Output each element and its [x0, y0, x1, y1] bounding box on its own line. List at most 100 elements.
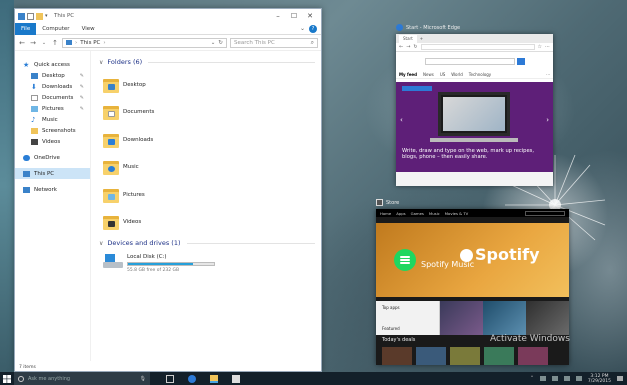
- store-nav-movies[interactable]: Movies & TV: [445, 211, 469, 216]
- keyboard-icon[interactable]: [575, 376, 582, 381]
- back-button[interactable]: ←: [18, 39, 26, 47]
- back-icon[interactable]: ←: [399, 44, 403, 50]
- nav-this-pc[interactable]: This PC: [15, 168, 90, 179]
- nav-videos[interactable]: Videos: [15, 136, 90, 147]
- tab-view[interactable]: View: [76, 23, 101, 35]
- microphone-icon[interactable]: 🎙: [140, 376, 146, 382]
- folders-group-header[interactable]: ∨ Folders (6): [99, 57, 315, 67]
- new-tab-icon[interactable]: +: [420, 36, 423, 41]
- edge-tab[interactable]: Start: [399, 34, 417, 43]
- task-view-icon[interactable]: [166, 374, 174, 383]
- up-button[interactable]: ↑: [51, 39, 59, 47]
- edge-hero-banner[interactable]: ‹ › Write, draw and type on the web, mar…: [396, 82, 553, 172]
- edge-thumbnail-label: Start - Microsoft Edge: [396, 24, 460, 31]
- ribbon-expand-icon[interactable]: ⌄: [300, 25, 305, 32]
- edge-search-input[interactable]: [424, 57, 515, 65]
- store-tile-game-1[interactable]: [440, 301, 483, 335]
- network-icon[interactable]: [539, 376, 546, 381]
- address-dropdown-icon[interactable]: ⌄: [211, 40, 216, 46]
- folder-desktop[interactable]: Desktop: [99, 71, 315, 99]
- close-button[interactable]: ✕: [302, 12, 318, 20]
- edge-label-text: Start - Microsoft Edge: [406, 24, 461, 31]
- nav-desktop[interactable]: Desktop ✎: [15, 70, 90, 81]
- store-hero-banner[interactable]: Spotify Music Spotify: [376, 223, 569, 297]
- new-folder-icon[interactable]: [36, 12, 43, 20]
- nav-documents[interactable]: Documents ✎: [15, 92, 90, 103]
- store-nav-music[interactable]: Music: [429, 211, 440, 216]
- edge-search-button[interactable]: [516, 57, 525, 65]
- store-nav-apps[interactable]: Apps: [396, 211, 405, 216]
- search-input[interactable]: Search This PC ⌕: [230, 37, 318, 48]
- tab-file[interactable]: File: [15, 22, 37, 35]
- nav-screenshots[interactable]: Screenshots: [15, 125, 90, 136]
- forward-icon[interactable]: →: [406, 44, 410, 50]
- edge-icon[interactable]: [188, 374, 196, 383]
- drives-group-header[interactable]: ∨ Devices and drives (1): [99, 238, 315, 248]
- store-icon[interactable]: [232, 374, 240, 383]
- folder-downloads[interactable]: Downloads: [99, 126, 315, 154]
- cortana-search-box[interactable]: Ask me anything 🎙: [14, 372, 150, 385]
- nav-downloads[interactable]: ⬇ Downloads ✎: [15, 81, 90, 92]
- tray-chevron-icon[interactable]: ⌃: [530, 376, 534, 381]
- store-search-input[interactable]: [525, 210, 565, 216]
- nav-my-feed[interactable]: My feed: [399, 72, 417, 77]
- address-field[interactable]: › This PC › ⌄ ↻: [62, 37, 227, 48]
- folder-pictures[interactable]: Pictures: [99, 181, 315, 209]
- edge-address-bar[interactable]: [420, 44, 535, 50]
- forward-button[interactable]: →: [29, 39, 37, 47]
- explorer-titlebar[interactable]: ▾ This PC – ☐ ✕: [15, 9, 321, 23]
- chevron-right-icon[interactable]: ›: [546, 116, 549, 124]
- folder-documents[interactable]: Documents: [99, 99, 315, 127]
- status-bar-count: 7 items: [19, 365, 36, 370]
- nav-technology[interactable]: Technology: [469, 72, 491, 77]
- customize-qat-icon[interactable]: ▾: [45, 13, 50, 20]
- drive-local-disk-c[interactable]: Local Disk (C:) 55.8 GB free of 232 GB: [99, 254, 315, 273]
- nav-quick-access[interactable]: ★ Quick access: [15, 59, 90, 70]
- store-tiles-row: Top apps Featured: [376, 301, 569, 335]
- refresh-icon[interactable]: ↻: [413, 44, 417, 50]
- refresh-icon[interactable]: ↻: [218, 40, 223, 46]
- nav-onedrive[interactable]: OneDrive: [15, 152, 90, 163]
- store-tile-top-apps[interactable]: Top apps Featured: [376, 301, 440, 335]
- start-button[interactable]: [0, 372, 14, 385]
- deal-tile[interactable]: [382, 347, 412, 365]
- battery-icon[interactable]: [563, 376, 570, 381]
- nav-pictures[interactable]: Pictures ✎: [15, 103, 90, 114]
- maximize-button[interactable]: ☐: [286, 12, 302, 20]
- drive-name: Local Disk (C:): [127, 254, 167, 260]
- store-nav-home[interactable]: Home: [380, 211, 391, 216]
- clock[interactable]: 3:12 PM 7/29/2015: [588, 374, 611, 384]
- recent-locations-button[interactable]: ⌄: [40, 40, 48, 46]
- deal-tile[interactable]: [416, 347, 446, 365]
- nav-music[interactable]: ♪ Music: [15, 114, 90, 125]
- help-button[interactable]: ?: [309, 24, 317, 33]
- file-explorer-icon[interactable]: [210, 374, 218, 383]
- nav-world[interactable]: World: [451, 72, 462, 77]
- more-icon[interactable]: ⋯: [545, 44, 550, 50]
- deal-tile[interactable]: [450, 347, 480, 365]
- store-tile-game-3[interactable]: [526, 301, 569, 335]
- deal-tile[interactable]: [484, 347, 514, 365]
- address-separator-icon[interactable]: ›: [103, 40, 105, 46]
- minimize-button[interactable]: –: [270, 12, 286, 20]
- nav-news[interactable]: News: [423, 72, 434, 77]
- chevron-left-icon[interactable]: ‹: [400, 116, 403, 124]
- volume-icon[interactable]: [551, 376, 558, 381]
- tab-computer[interactable]: Computer: [36, 23, 75, 35]
- nav-label: Documents: [42, 94, 74, 101]
- edge-window-thumbnail[interactable]: Start + ← → ↻ ☆ ⋯ My feed News US World …: [396, 34, 553, 186]
- store-tile-game-2[interactable]: [483, 301, 526, 335]
- properties-icon[interactable]: [27, 12, 34, 20]
- action-center-icon[interactable]: [617, 376, 623, 381]
- folder-videos[interactable]: Videos: [99, 209, 315, 237]
- folder-music[interactable]: Music: [99, 154, 315, 182]
- address-separator-icon: ›: [75, 39, 78, 46]
- nav-more-icon[interactable]: ⋯: [546, 72, 550, 77]
- favorites-icon[interactable]: ☆: [538, 44, 542, 50]
- deal-tile[interactable]: [518, 347, 548, 365]
- hard-drive-icon: [103, 254, 123, 270]
- nav-us[interactable]: US: [440, 72, 445, 77]
- nav-network[interactable]: Network: [15, 184, 90, 195]
- folder-label: Documents: [123, 109, 155, 116]
- store-nav-games[interactable]: Games: [411, 211, 424, 216]
